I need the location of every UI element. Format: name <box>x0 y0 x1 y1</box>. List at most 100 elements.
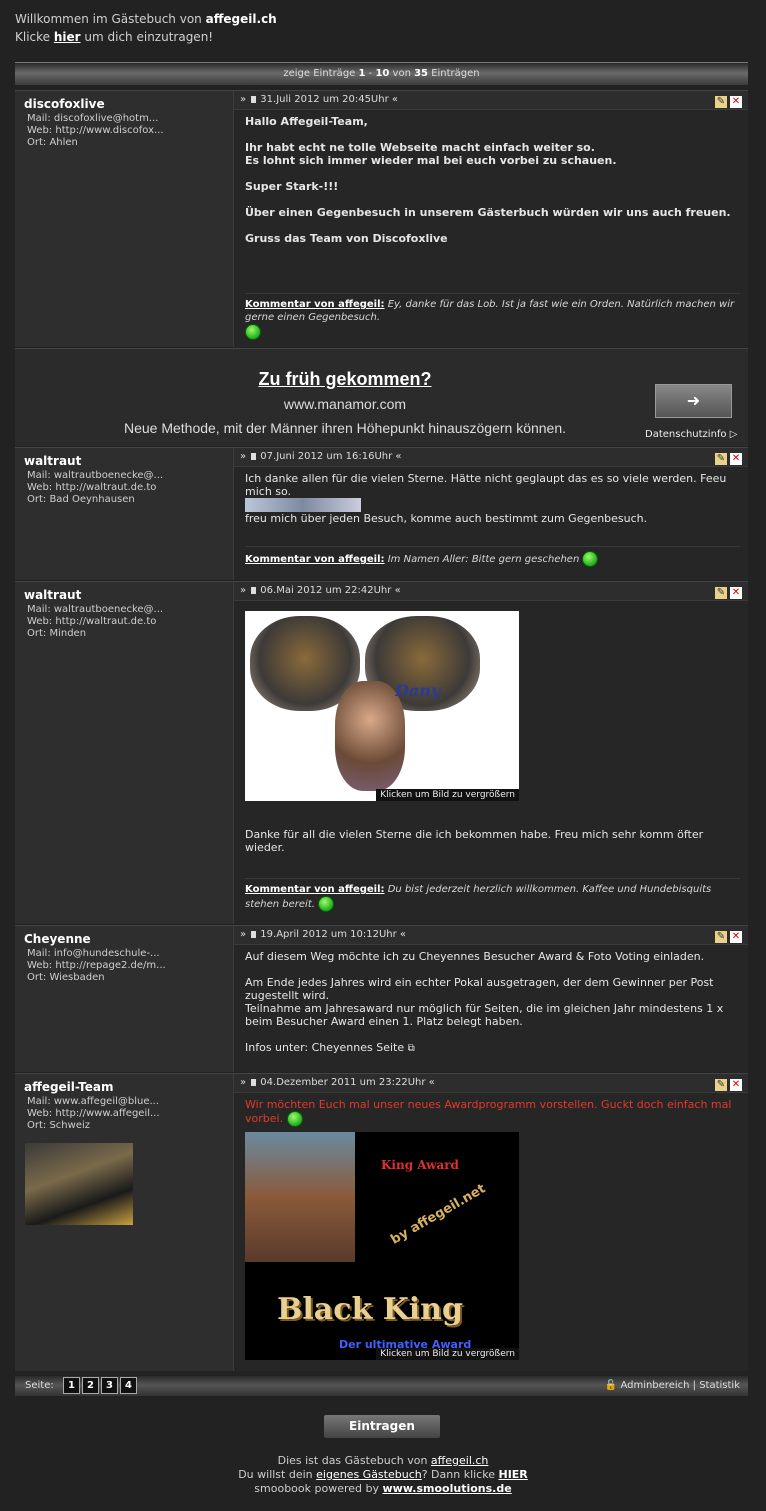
document-icon <box>251 930 257 938</box>
author-name: discofoxlive <box>24 97 105 111</box>
author-location: Ort: Minden <box>27 628 87 639</box>
sign-in-link[interactable]: hier <box>54 30 81 44</box>
entry-message: Wir möchten Euch mal unser neues Awardpr… <box>245 1098 740 1127</box>
entry-message: Danke für all die vielen Sterne die ich … <box>245 828 740 854</box>
author-web[interactable]: Web: http://www.affegeil... <box>27 1108 160 1120</box>
own-guestbook-link[interactable]: eigenes Gästebuch <box>316 1468 422 1481</box>
comment-label: Kommentar von affegeil: <box>245 299 385 310</box>
entry-header: » 06.Mai 2012 um 22:42Uhr « ✎ ✕ <box>234 582 748 601</box>
author-location: Ort: Wiesbaden <box>27 972 105 983</box>
author-web[interactable]: Web: http://www.discofox... <box>27 125 164 137</box>
award-image[interactable]: King Award by affegeil.net Black King De… <box>245 1132 519 1360</box>
author-location: Ort: Bad Oeynhausen <box>27 494 135 505</box>
count-dash: - <box>365 68 376 79</box>
delete-icon[interactable]: ✕ <box>730 96 742 108</box>
document-icon <box>251 1078 257 1086</box>
pagination-bar: Seite: 1234 🔓 Adminbereich | Statistik <box>15 1376 748 1396</box>
award-by: by affegeil.net <box>388 1181 489 1248</box>
external-link-icon[interactable]: ⧉ <box>408 1043 415 1054</box>
message-line: Super Stark-!!! <box>245 180 339 193</box>
message-line: Hallo Affegeil-Team, <box>245 115 368 128</box>
footer-text: smoobook powered by <box>254 1482 383 1495</box>
message-line: Über einen Gegenbesuch in unserem Gäster… <box>245 206 731 219</box>
message-line: Es lohnt sich immer wieder mal bei euch … <box>245 154 617 167</box>
enlarge-caption[interactable]: Klicken um Bild zu vergrößern <box>376 789 519 801</box>
author-mail[interactable]: Mail: waltrautboenecke@... <box>27 470 163 482</box>
page-2-link[interactable]: 2 <box>81 1377 99 1394</box>
banner-image[interactable] <box>245 498 361 512</box>
entry-date: 31.Juli 2012 um 20:45Uhr « <box>260 94 398 105</box>
author-web[interactable]: Web: http://repage2.de/m... <box>27 960 166 972</box>
guestbook-entry: Cheyenne Mail: info@hundeschule-... Web:… <box>15 925 748 1072</box>
author-name: waltraut <box>24 454 82 468</box>
page-label: Seite: <box>25 1380 54 1391</box>
author-name: affegeil-Team <box>24 1080 114 1094</box>
entry-author-panel: affegeil-Team Mail: www.affegeil@blue...… <box>15 1074 234 1371</box>
author-meta: Mail: info@hundeschule-... Web: http://r… <box>27 948 166 984</box>
entry-date: 06.Mai 2012 um 22:42Uhr « <box>260 585 401 596</box>
author-meta: Mail: waltrautboenecke@... Web: http://w… <box>27 470 163 506</box>
document-icon <box>251 452 257 460</box>
author-mail[interactable]: Mail: info@hundeschule-... <box>27 948 166 960</box>
message-line: Ich danke allen für die vielen Sterne. H… <box>245 472 727 498</box>
edit-icon[interactable]: ✎ <box>715 587 727 599</box>
ad-arrow-button[interactable]: ➜ <box>655 384 732 418</box>
edit-icon[interactable]: ✎ <box>715 1079 727 1091</box>
author-name: Cheyenne <box>24 932 91 946</box>
author-mail[interactable]: Mail: www.affegeil@blue... <box>27 1096 160 1108</box>
smiley-icon <box>582 551 599 567</box>
delete-icon[interactable]: ✕ <box>730 453 742 465</box>
entry-content-panel: » 06.Mai 2012 um 22:42Uhr « ✎ ✕ Dany Klic… <box>234 582 748 924</box>
page-1-link[interactable]: 1 <box>62 1377 80 1394</box>
message-line: Am Ende jedes Jahres wird ein echter Pok… <box>245 976 714 1002</box>
advertisement[interactable]: Zu früh gekommen? www.manamor.com Neue M… <box>15 348 748 446</box>
admin-comment: Kommentar von affegeil: Du bist jederzei… <box>245 878 740 912</box>
smoolutions-link[interactable]: www.smoolutions.de <box>383 1482 512 1495</box>
message-line: Teilnahme am Jahresaward nur möglich für… <box>245 1002 724 1028</box>
author-mail[interactable]: Mail: discofoxlive@hotm... <box>27 113 164 125</box>
page-3-link[interactable]: 3 <box>100 1377 118 1394</box>
entry-header: » 19.April 2012 um 10:12Uhr « ✎ ✕ <box>234 926 748 945</box>
entries-count-bar: zeige Einträge 1 - 10 von 35 Einträgen <box>15 62 748 85</box>
edit-icon[interactable]: ✎ <box>715 96 727 108</box>
smiley-icon <box>286 1111 303 1127</box>
entry-content-panel: » 19.April 2012 um 10:12Uhr « ✎ ✕ Auf die… <box>234 926 748 1072</box>
admin-link[interactable]: Adminbereich <box>620 1380 689 1391</box>
entry-author-panel: Cheyenne Mail: info@hundeschule-... Web:… <box>15 926 234 1072</box>
entry-content-panel: » 31.Juli 2012 um 20:45Uhr « ✎ ✕ Hallo Af… <box>234 91 748 347</box>
author-meta: Mail: waltrautboenecke@... Web: http://w… <box>27 604 163 640</box>
here-link[interactable]: HIER <box>498 1468 527 1481</box>
ad-domain[interactable]: www.manamor.com <box>15 396 675 412</box>
ad-headline[interactable]: Zu früh gekommen? <box>15 369 675 390</box>
site-name: affegeil.ch <box>205 12 277 26</box>
document-icon <box>251 586 257 594</box>
author-web[interactable]: Web: http://waltraut.de.to <box>27 482 163 494</box>
message-line: Wir möchten Euch mal unser neues Awardpr… <box>245 1098 732 1125</box>
entry-photo[interactable]: Dany Klicken um Bild zu vergrößern <box>245 611 519 801</box>
statistics-link[interactable]: Statistik <box>699 1380 740 1391</box>
entry-date: 19.April 2012 um 10:12Uhr « <box>260 929 407 940</box>
author-meta: Mail: discofoxlive@hotm... Web: http://w… <box>27 113 164 149</box>
footer-site-link[interactable]: affegeil.ch <box>431 1454 488 1467</box>
count-pre: zeige Einträge <box>283 68 359 79</box>
edit-icon[interactable]: ✎ <box>715 453 727 465</box>
award-title: King Award <box>381 1158 459 1172</box>
comment-text: Im Namen Aller: Bitte gern geschehen <box>384 554 580 565</box>
author-mail[interactable]: Mail: waltrautboenecke@... <box>27 604 163 616</box>
privacy-info-link[interactable]: Datenschutzinfo ▷ <box>645 429 737 440</box>
count-von: von <box>389 68 415 79</box>
delete-icon[interactable]: ✕ <box>730 587 742 599</box>
enlarge-caption[interactable]: Klicken um Bild zu vergrößern <box>376 1348 519 1360</box>
entry-author-panel: waltraut Mail: waltrautboenecke@... Web:… <box>15 448 234 580</box>
page-4-link[interactable]: 4 <box>119 1377 137 1394</box>
count-total: 35 <box>414 68 429 79</box>
sign-guestbook-button[interactable]: Eintragen <box>323 1414 441 1439</box>
message-line: freu mich über jeden Besuch, komme auch … <box>245 512 648 525</box>
comment-label: Kommentar von affegeil: <box>245 884 385 895</box>
info-link[interactable]: Infos unter: Cheyennes Seite <box>245 1041 404 1054</box>
delete-icon[interactable]: ✕ <box>730 931 742 943</box>
edit-icon[interactable]: ✎ <box>715 931 727 943</box>
delete-icon[interactable]: ✕ <box>730 1079 742 1091</box>
author-web[interactable]: Web: http://waltraut.de.to <box>27 616 163 628</box>
entry-content-panel: » 04.Dezember 2011 um 23:22Uhr « ✎ ✕ Wir … <box>234 1074 748 1371</box>
